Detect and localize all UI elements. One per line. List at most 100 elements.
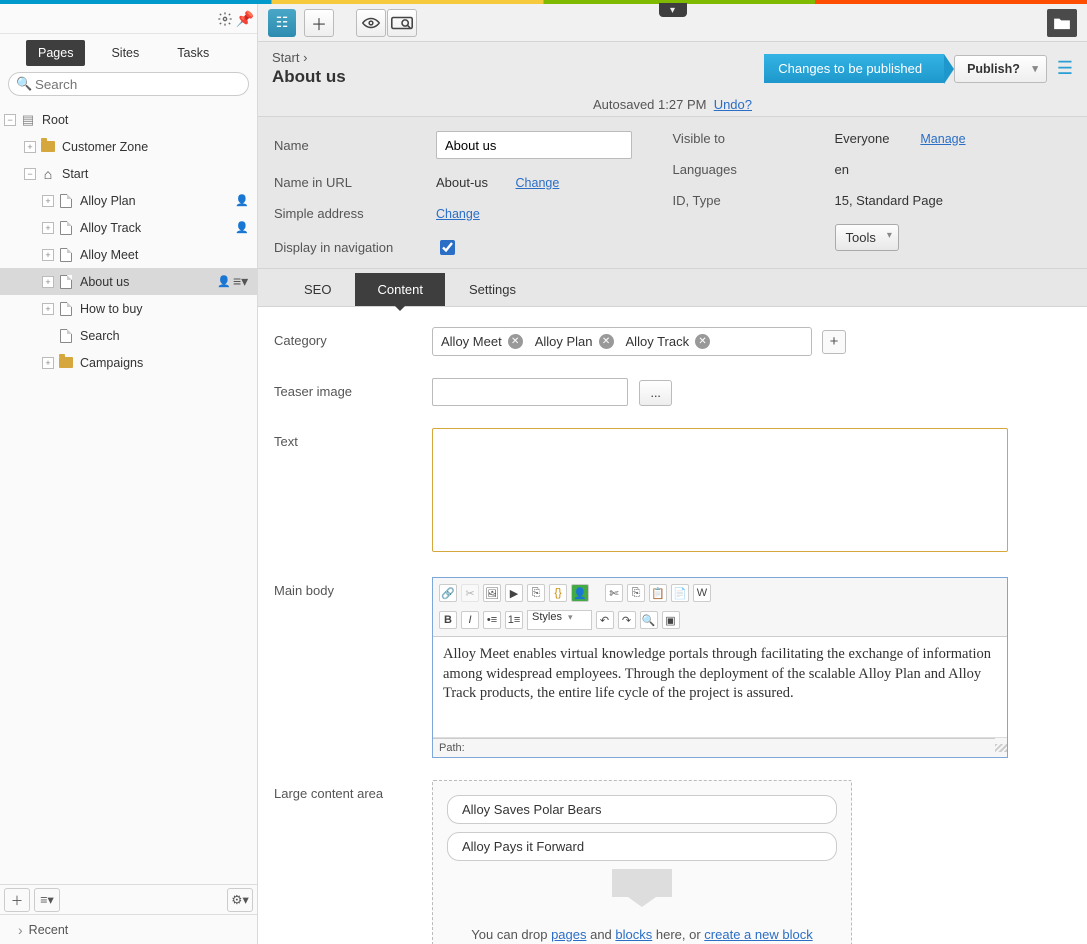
- publish-button[interactable]: Publish?: [954, 55, 1047, 83]
- tab-content[interactable]: Content: [355, 273, 445, 306]
- undo-icon[interactable]: ↶: [596, 611, 614, 629]
- add-button[interactable]: ＋: [4, 888, 30, 912]
- mainbody-text[interactable]: Alloy Meet enables virtual knowledge por…: [433, 637, 1007, 737]
- copy-icon[interactable]: ⎘: [627, 584, 645, 602]
- media-icon[interactable]: ▶: [505, 584, 523, 602]
- folder-icon: [58, 355, 74, 371]
- category-tagbox[interactable]: Alloy Meet✕Alloy Plan✕Alloy Track✕: [432, 327, 812, 356]
- tree-root[interactable]: − ▤ Root: [0, 106, 257, 133]
- collapse-icon[interactable]: −: [24, 168, 36, 180]
- recent-label: Recent: [29, 923, 69, 937]
- home-icon: ⌂: [40, 166, 56, 182]
- link-icon[interactable]: 🔗: [439, 584, 457, 602]
- cut-icon[interactable]: ✄: [605, 584, 623, 602]
- tree-item[interactable]: +About us👤≡▾: [0, 268, 257, 295]
- find-icon[interactable]: 🔍: [640, 611, 658, 629]
- tree-item-label: Alloy Track: [80, 221, 235, 235]
- expand-icon[interactable]: +: [42, 249, 54, 261]
- breadcrumb-parent[interactable]: Start ›: [272, 50, 346, 65]
- collapse-icon[interactable]: −: [4, 114, 16, 126]
- tree-item-label: Search: [80, 329, 251, 343]
- styles-dropdown[interactable]: Styles: [527, 610, 592, 630]
- display-in-nav-checkbox[interactable]: [440, 240, 455, 255]
- url-change-link[interactable]: Change: [516, 176, 560, 190]
- manage-visibility-link[interactable]: Manage: [920, 132, 965, 146]
- sidebar-toolbar: ＋ ≡▾ ⚙▾: [0, 884, 257, 914]
- tree-item-label: Alloy Plan: [80, 194, 235, 208]
- tree-item-label: How to buy: [80, 302, 251, 316]
- spacer: [42, 330, 54, 342]
- new-button[interactable]: ＋: [304, 9, 334, 37]
- publish-status-notice[interactable]: Changes to be published: [764, 54, 944, 83]
- content-block[interactable]: Alloy Pays it Forward: [447, 832, 837, 861]
- tree-item[interactable]: −⌂Start: [0, 160, 257, 187]
- expand-icon[interactable]: +: [42, 222, 54, 234]
- bold-icon[interactable]: B: [439, 611, 457, 629]
- menu-button[interactable]: ≡▾: [34, 888, 60, 912]
- tree-item[interactable]: +Campaigns: [0, 349, 257, 376]
- drop-pages-link[interactable]: pages: [551, 927, 586, 942]
- unlink-icon[interactable]: ✂: [461, 584, 479, 602]
- assets-panel-button[interactable]: [1047, 9, 1077, 37]
- add-category-button[interactable]: +: [822, 330, 846, 354]
- image-icon[interactable]: 🖼: [483, 584, 501, 602]
- expand-icon[interactable]: +: [42, 195, 54, 207]
- sidebar-tab-tasks[interactable]: Tasks: [165, 40, 221, 66]
- content-block[interactable]: Alloy Saves Polar Bears: [447, 795, 837, 824]
- remove-tag-icon[interactable]: ✕: [695, 334, 710, 349]
- tree-item[interactable]: + How to buy: [0, 295, 257, 322]
- personalize-icon[interactable]: 👤: [571, 584, 589, 602]
- tree-item[interactable]: +Customer Zone: [0, 133, 257, 160]
- top-drawer-tab[interactable]: ▾: [659, 3, 687, 17]
- expand-icon[interactable]: +: [42, 357, 54, 369]
- teaser-input[interactable]: [432, 378, 628, 406]
- sidebar-tab-pages[interactable]: Pages: [26, 40, 85, 66]
- tab-content: Category Alloy Meet✕Alloy Plan✕Alloy Tra…: [258, 307, 1087, 944]
- search-input[interactable]: [8, 72, 249, 96]
- create-block-link[interactable]: create a new block: [704, 927, 812, 942]
- tree-item[interactable]: + Alloy Meet: [0, 241, 257, 268]
- tools-dropdown[interactable]: Tools: [835, 224, 899, 251]
- category-tag: Alloy Plan✕: [535, 334, 614, 349]
- italic-icon[interactable]: I: [461, 611, 479, 629]
- tree-item[interactable]: +Alloy Track👤: [0, 214, 257, 241]
- tab-settings[interactable]: Settings: [447, 273, 538, 306]
- resize-handle[interactable]: [995, 744, 1007, 752]
- name-input[interactable]: [436, 131, 632, 159]
- bullet-list-icon[interactable]: •≡: [483, 611, 501, 629]
- tree-item-label: About us: [80, 275, 217, 289]
- paste-text-icon[interactable]: 📄: [671, 584, 689, 602]
- gear-icon[interactable]: [215, 9, 235, 29]
- compare-button[interactable]: [387, 9, 417, 37]
- remove-tag-icon[interactable]: ✕: [599, 334, 614, 349]
- tree-item-label: Alloy Meet: [80, 248, 251, 262]
- code-icon[interactable]: {}: [549, 584, 567, 602]
- expand-icon[interactable]: +: [42, 303, 54, 315]
- redo-icon[interactable]: ↷: [618, 611, 636, 629]
- expand-icon[interactable]: +: [24, 141, 36, 153]
- settings-button[interactable]: ⚙▾: [227, 888, 253, 912]
- simple-address-change-link[interactable]: Change: [436, 207, 480, 221]
- item-menu-button[interactable]: ≡▾: [233, 273, 251, 290]
- tree-item[interactable]: +Alloy Plan👤: [0, 187, 257, 214]
- sidebar-tab-sites[interactable]: Sites: [99, 40, 151, 66]
- options-icon[interactable]: ☰: [1057, 58, 1073, 79]
- remove-tag-icon[interactable]: ✕: [508, 334, 523, 349]
- embed-icon[interactable]: ⎘: [527, 584, 545, 602]
- pin-icon[interactable]: 📌: [235, 9, 255, 29]
- recent-panel[interactable]: Recent: [0, 914, 257, 944]
- expand-icon[interactable]: +: [42, 276, 54, 288]
- paste-icon[interactable]: 📋: [649, 584, 667, 602]
- fullscreen-icon[interactable]: ▣: [662, 611, 680, 629]
- undo-link[interactable]: Undo?: [714, 97, 752, 112]
- large-content-area[interactable]: Alloy Saves Polar Bears Alloy Pays it For…: [432, 780, 852, 944]
- text-input[interactable]: [432, 428, 1008, 552]
- tree-mode-icon[interactable]: ☷: [268, 9, 296, 37]
- tab-seo[interactable]: SEO: [282, 273, 353, 306]
- tree-item[interactable]: Search: [0, 322, 257, 349]
- preview-button[interactable]: [356, 9, 386, 37]
- drop-blocks-link[interactable]: blocks: [615, 927, 652, 942]
- paste-word-icon[interactable]: W: [693, 584, 711, 602]
- teaser-browse-button[interactable]: ...: [639, 380, 671, 406]
- number-list-icon[interactable]: 1≡: [505, 611, 523, 629]
